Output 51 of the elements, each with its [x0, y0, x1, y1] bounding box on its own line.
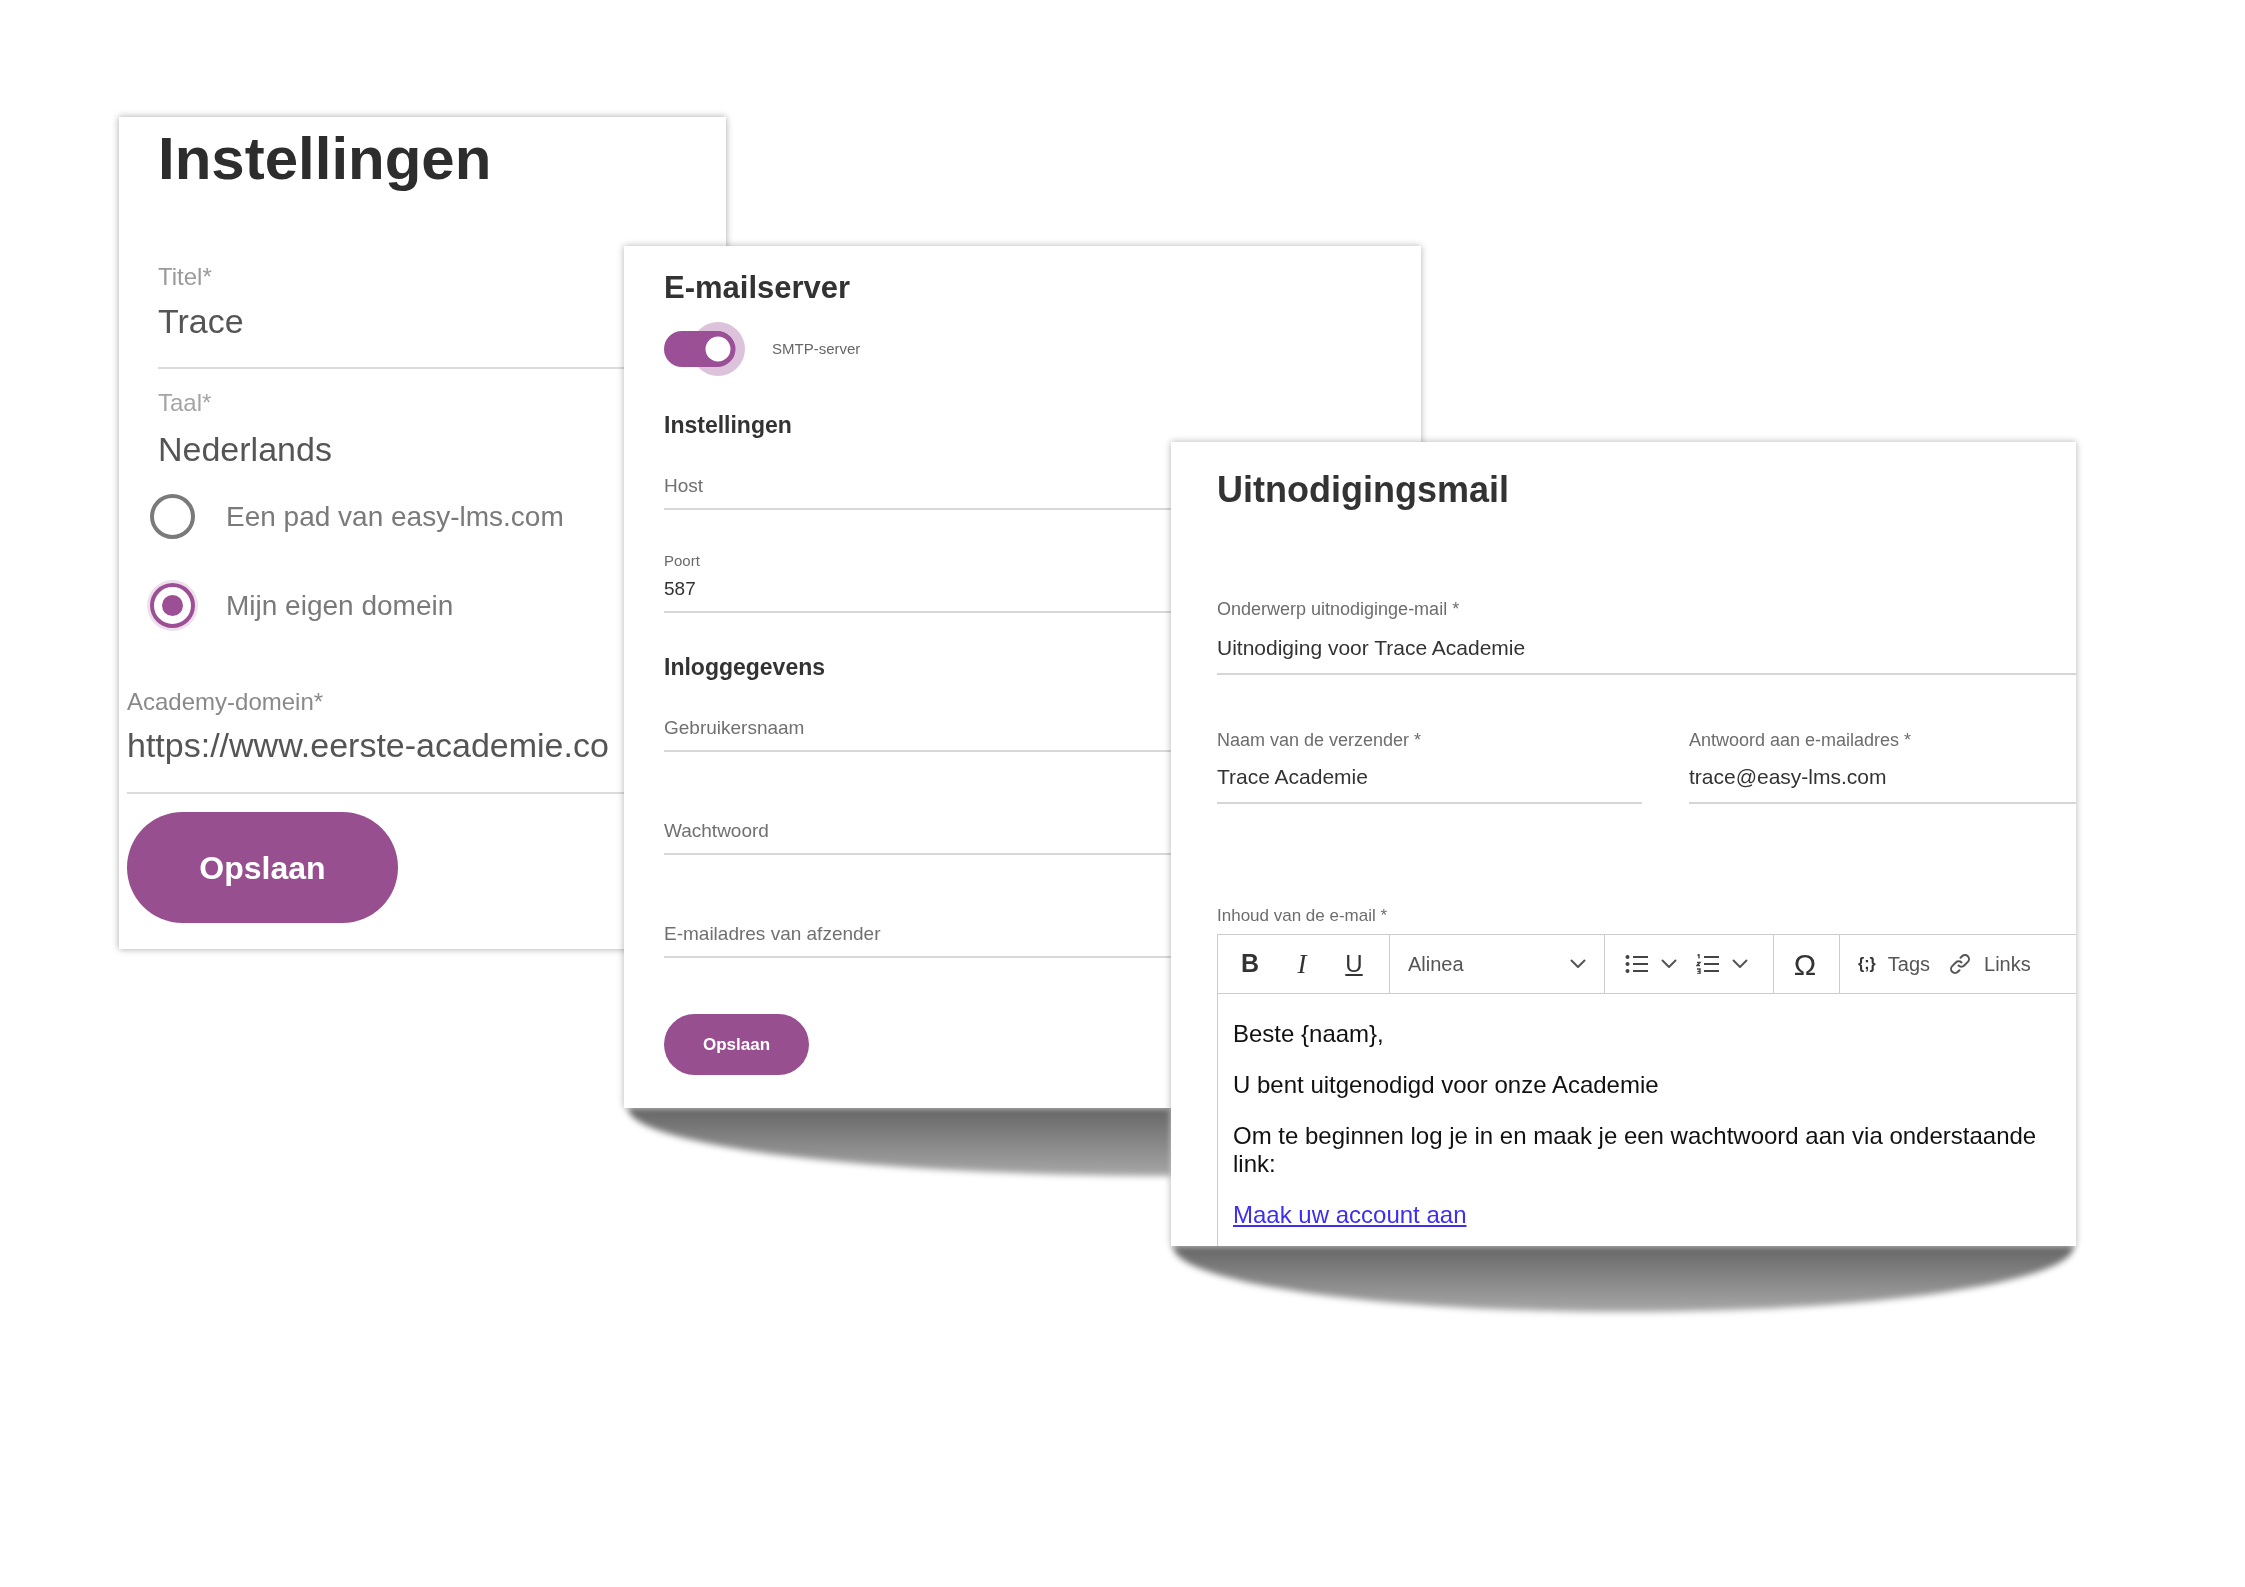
italic-button[interactable]: I — [1276, 942, 1328, 986]
account-link[interactable]: Maak uw account aan — [1233, 1201, 1467, 1228]
field-label: Taal* — [158, 388, 212, 418]
numbered-list-icon — [1696, 954, 1720, 974]
paragraph-text: Om te beginnen log je in en maak je een wachtwoord aan via onderstaande link: — [1233, 1122, 2038, 1178]
text-field[interactable]: Wachtwoord — [664, 813, 1171, 855]
save-button[interactable]: Opslaan — [664, 1014, 809, 1075]
radio-button[interactable] — [150, 583, 195, 628]
chevron-down-icon — [1732, 959, 1748, 969]
braces-icon: {;} — [1858, 954, 1876, 974]
select-value[interactable]: Nederlands — [158, 429, 332, 469]
text-editor[interactable]: Beste {naam}, U bent uitgenodigd voor onze Academie Om te beginnen log je in en maak je een wachtwoord aan via onderstaande link: Maak uw account aan — [1217, 994, 2076, 1246]
field-label: Poort — [664, 551, 700, 571]
text-field[interactable]: https://www.eerste-academie.co — [127, 726, 624, 794]
bold-button[interactable]: B — [1224, 942, 1276, 986]
links-button[interactable]: Links — [1942, 942, 2037, 986]
field-label: Academy-domein* — [127, 687, 324, 717]
text-field[interactable]: E-mailadres van afzender — [664, 916, 1171, 958]
text-field[interactable]: Uitnodiging voor Trace Academie — [1217, 622, 2076, 675]
paragraph-style-dropdown[interactable]: Alinea — [1396, 942, 1596, 986]
text-field[interactable]: Host — [664, 468, 1171, 510]
panel-title: E-mailserver — [664, 269, 851, 307]
text-field[interactable]: Gebruikersnaam — [664, 710, 1171, 752]
toggle-label: SMTP-server — [772, 340, 861, 358]
special-characters-button[interactable]: Ω — [1783, 942, 1827, 986]
radio-button[interactable] — [150, 494, 195, 539]
panel-title: Uitnodigingsmail — [1217, 468, 1509, 512]
section-heading: Instellingen — [664, 411, 792, 439]
tags-button[interactable]: {;} Tags — [1852, 942, 1937, 986]
field-label: Inhoud van de e-mail * — [1217, 905, 1388, 926]
link-icon — [1948, 952, 1973, 976]
save-button[interactable]: Opslaan — [127, 812, 398, 923]
paragraph-text: U bent uitgenodigd voor onze Academie — [1233, 1071, 1659, 1099]
field-label: Titel* — [158, 262, 212, 292]
chevron-down-icon — [1661, 959, 1677, 969]
field-label: Antwoord aan e-mailadres * — [1689, 729, 1912, 751]
chevron-down-icon — [1570, 959, 1586, 969]
text-field[interactable]: Trace Academie — [1217, 751, 1642, 804]
text-field[interactable]: Trace — [158, 302, 624, 369]
bulleted-list-icon — [1625, 954, 1649, 974]
text-field[interactable]: trace@easy-lms.com — [1689, 751, 2076, 804]
paragraph-text: Beste {naam}, — [1233, 1020, 1384, 1048]
field-label: Onderwerp uitnodiginge-mail * — [1217, 598, 1460, 620]
text-field[interactable]: 587 — [664, 571, 1171, 613]
panel-title: Instellingen — [158, 124, 492, 194]
underline-button[interactable]: U — [1328, 942, 1380, 986]
field-label: Naam van de verzender * — [1217, 729, 1422, 751]
toggle-switch[interactable] — [664, 322, 745, 376]
section-heading: Inloggegevens — [664, 653, 826, 681]
radio-label[interactable]: Mijn eigen domein — [226, 588, 454, 623]
radio-label[interactable]: Een pad van easy-lms.com — [226, 499, 564, 534]
